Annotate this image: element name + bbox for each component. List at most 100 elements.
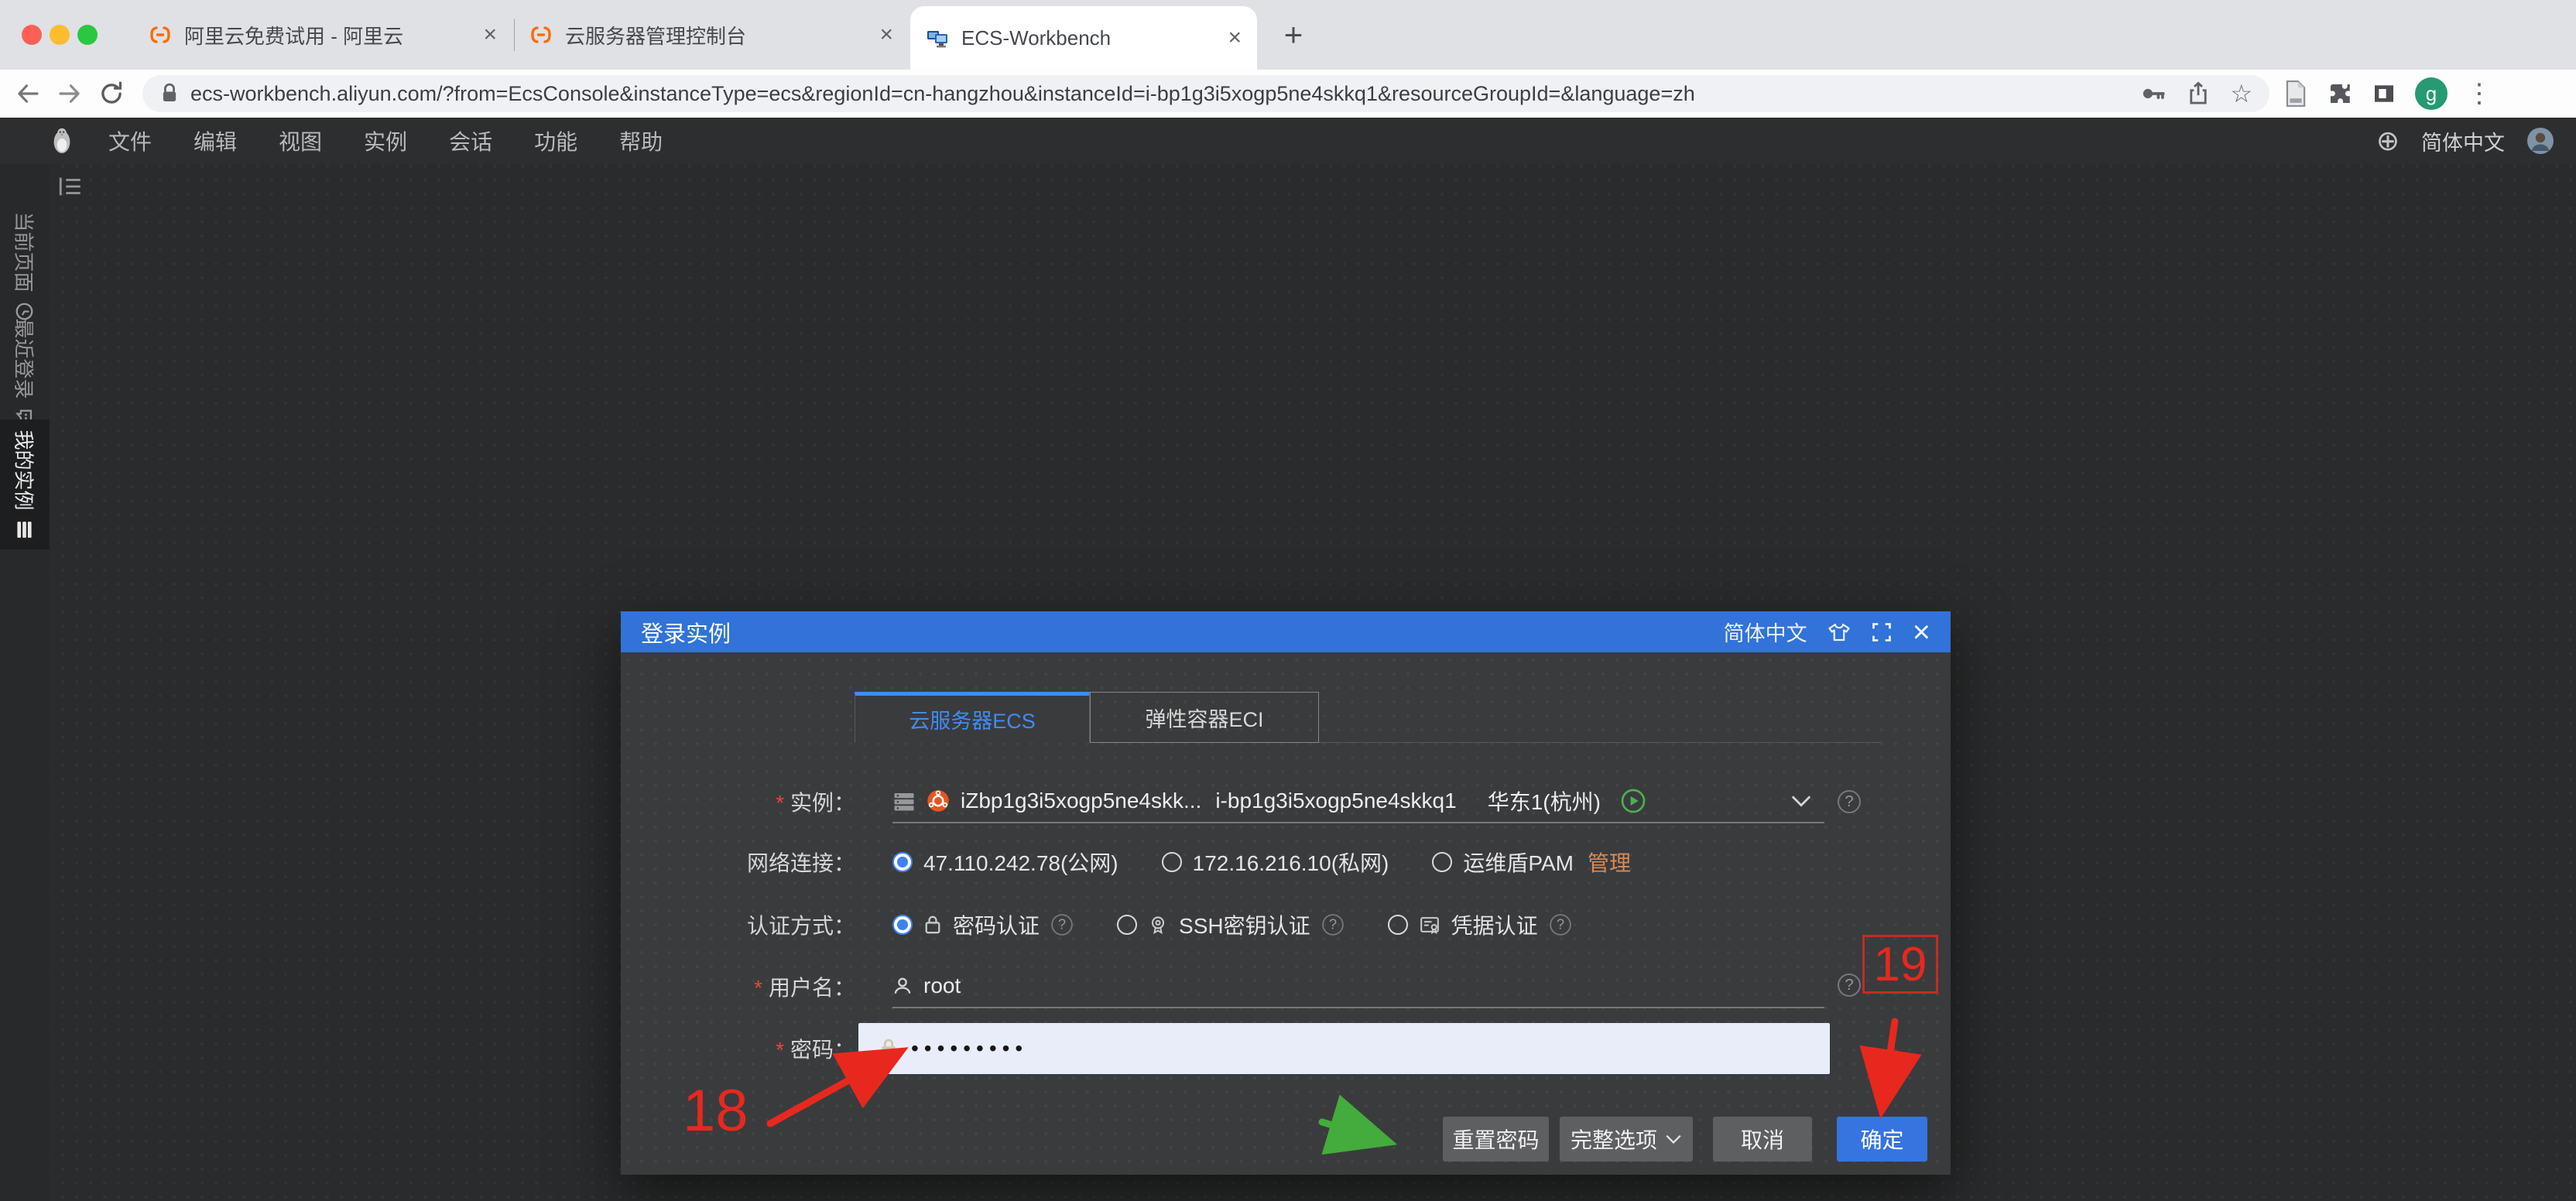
aliyun-favicon-icon <box>149 23 172 46</box>
macos-maximize-button[interactable] <box>77 25 98 45</box>
browser-tab-ecs-workbench-active[interactable]: ECS-Workbench × <box>910 6 1257 70</box>
sidebar-item-recent-login[interactable]: 最近登录 <box>0 319 50 427</box>
password-masked-value: ••••••••• <box>911 1036 1028 1061</box>
language-selector[interactable]: 简体中文 <box>2421 126 2505 156</box>
url-bar[interactable]: ecs-workbench.aliyun.com/?from=EcsConsol… <box>142 75 2269 112</box>
option-label: 密码认证 <box>953 909 1040 940</box>
option-label: 47.110.242.78(公网) <box>923 847 1118 878</box>
browser-profile-avatar[interactable]: g <box>2415 77 2448 110</box>
password-row: *密码： ••••••••• <box>636 1027 1830 1070</box>
username-label: *用户名： <box>636 971 855 1002</box>
dialog-tabs: 云服务器ECS 弹性容器ECI <box>855 692 1881 743</box>
tab-label: 云服务器ECS <box>909 704 1036 734</box>
workbench-sidebar: 当前页面 最近登录 我的实例 <box>0 164 50 1201</box>
user-avatar[interactable] <box>2526 127 2554 155</box>
tab-close-icon[interactable]: × <box>483 22 497 48</box>
username-help-icon[interactable]: ? <box>1838 973 1861 997</box>
menu-instance[interactable]: 实例 <box>356 122 415 159</box>
macos-close-button[interactable] <box>22 25 42 45</box>
dialog-language-selector[interactable]: 简体中文 <box>1724 617 1807 647</box>
sidebar-item-label: 最近登录 <box>11 318 39 399</box>
radio-ssh-key-auth[interactable]: SSH密钥认证 ? <box>1117 909 1345 940</box>
share-icon[interactable] <box>2185 80 2211 107</box>
option-label: 172.16.216.10(私网) <box>1193 847 1389 878</box>
macos-minimize-button[interactable] <box>50 25 70 45</box>
extensions-puzzle-icon[interactable] <box>2327 80 2353 107</box>
radio-private-ip[interactable]: 172.16.216.10(私网) <box>1162 847 1389 878</box>
menu-session[interactable]: 会话 <box>441 122 500 159</box>
tab-ecs[interactable]: 云服务器ECS <box>855 692 1090 743</box>
radio-public-ip[interactable]: 47.110.242.78(公网) <box>892 847 1118 878</box>
menu-file[interactable]: 文件 <box>101 122 159 159</box>
bookmark-star-icon[interactable]: ☆ <box>2230 79 2252 108</box>
radio-password-auth[interactable]: 密码认证 ? <box>892 909 1074 940</box>
confirm-button[interactable]: 确定 <box>1837 1117 1927 1162</box>
auth-label: 认证方式： <box>636 909 855 940</box>
tab-close-icon[interactable]: × <box>1228 25 1242 51</box>
theme-tshirt-icon[interactable] <box>1828 622 1851 642</box>
side-panel-icon[interactable] <box>2372 81 2396 106</box>
radio-credential-auth[interactable]: 凭据认证 ? <box>1388 909 1572 940</box>
required-mark: * <box>776 1038 784 1062</box>
notes-document-icon[interactable] <box>2283 80 2308 108</box>
instance-region: 华东1(杭州) <box>1488 785 1601 816</box>
help-icon[interactable]: ? <box>1051 914 1073 936</box>
help-icon[interactable]: ? <box>1322 914 1344 936</box>
forward-icon[interactable] <box>56 80 84 108</box>
tab-label: 弹性容器ECI <box>1145 703 1263 733</box>
tab-title: 阿里云免费试用 - 阿里云 <box>184 21 472 50</box>
tab-title: ECS-Workbench <box>961 26 1217 50</box>
dialog-title: 登录实例 <box>641 616 731 648</box>
radio-icon[interactable] <box>1162 852 1182 872</box>
instance-row: *实例： iZbp1g3i5xogp5ne4skk... i-bp1g3i5xo… <box>636 780 1824 823</box>
new-tab-button[interactable]: + <box>1276 17 1311 53</box>
menu-edit[interactable]: 编辑 <box>186 122 245 159</box>
instance-name: iZbp1g3i5xogp5ne4skk... <box>961 789 1201 813</box>
radio-icon[interactable] <box>1388 915 1408 935</box>
toolbar-extensions-area: g ⋮ <box>2283 77 2492 110</box>
panel-toggle-icon[interactable] <box>57 175 84 198</box>
menu-help[interactable]: 帮助 <box>611 122 670 159</box>
sidebar-item-my-instances[interactable]: 我的实例 <box>0 419 50 549</box>
add-circle-icon[interactable]: ⊕ <box>2376 125 2400 157</box>
cancel-button[interactable]: 取消 <box>1713 1117 1812 1162</box>
radio-selected-icon[interactable] <box>892 915 913 935</box>
fullscreen-icon[interactable] <box>1871 621 1893 643</box>
radio-pam[interactable]: 运维盾PAM 管理 <box>1432 847 1631 878</box>
sidebar-item-current-page[interactable]: 当前页面 <box>0 212 50 320</box>
tab-eci[interactable]: 弹性容器ECI <box>1090 692 1319 743</box>
workbench-menubar: 文件 编辑 视图 实例 会话 功能 帮助 ⊕ 简体中文 <box>0 118 2576 164</box>
linux-penguin-icon <box>51 127 73 155</box>
tab-close-icon[interactable]: × <box>879 22 893 48</box>
button-label: 完整选项 <box>1571 1124 1657 1155</box>
help-icon[interactable]: ? <box>1550 914 1571 936</box>
close-icon[interactable]: × <box>1913 618 1930 646</box>
tab-title: 云服务器管理控制台 <box>565 21 868 50</box>
login-instance-dialog: 登录实例 简体中文 × 云服务器ECS 弹性容器ECI *实例： <box>621 611 1951 1175</box>
network-row: 网络连接： 47.110.242.78(公网) 172.16.216.10(私网… <box>636 840 1631 884</box>
radio-icon[interactable] <box>1117 915 1137 935</box>
username-field[interactable]: root <box>892 965 1824 1008</box>
browser-tab-ecs-console[interactable]: 云服务器管理控制台 × <box>514 0 909 70</box>
browser-tab-aliyun-trial[interactable]: 阿里云免费试用 - 阿里云 × <box>133 0 512 70</box>
menu-items: 文件 编辑 视图 实例 会话 功能 帮助 <box>101 122 670 159</box>
instance-id: i-bp1g3i5xogp5ne4skkq1 <box>1215 789 1456 813</box>
button-label: 重置密码 <box>1452 1124 1539 1155</box>
dialog-titlebar[interactable]: 登录实例 简体中文 × <box>621 611 1951 652</box>
back-icon[interactable] <box>14 80 42 108</box>
reset-password-button[interactable]: 重置密码 <box>1443 1117 1549 1162</box>
full-options-button[interactable]: 完整选项 <box>1560 1117 1693 1162</box>
browser-tab-strip: 阿里云免费试用 - 阿里云 × 云服务器管理控制台 × ECS-Workbenc… <box>0 0 2576 70</box>
browser-menu-icon[interactable]: ⋮ <box>2466 78 2492 109</box>
reload-icon[interactable] <box>98 80 125 108</box>
password-key-icon[interactable] <box>2140 80 2167 107</box>
menu-view[interactable]: 视图 <box>271 122 330 159</box>
pam-manage-link[interactable]: 管理 <box>1588 847 1631 878</box>
chevron-down-icon[interactable] <box>1790 794 1812 808</box>
password-input[interactable]: ••••••••• <box>858 1023 1830 1074</box>
menu-features[interactable]: 功能 <box>526 122 585 159</box>
radio-icon[interactable] <box>1432 852 1452 872</box>
instance-help-icon[interactable]: ? <box>1838 790 1861 813</box>
instance-select[interactable]: iZbp1g3i5xogp5ne4skk... i-bp1g3i5xogp5ne… <box>892 780 1824 823</box>
radio-selected-icon[interactable] <box>892 852 913 872</box>
